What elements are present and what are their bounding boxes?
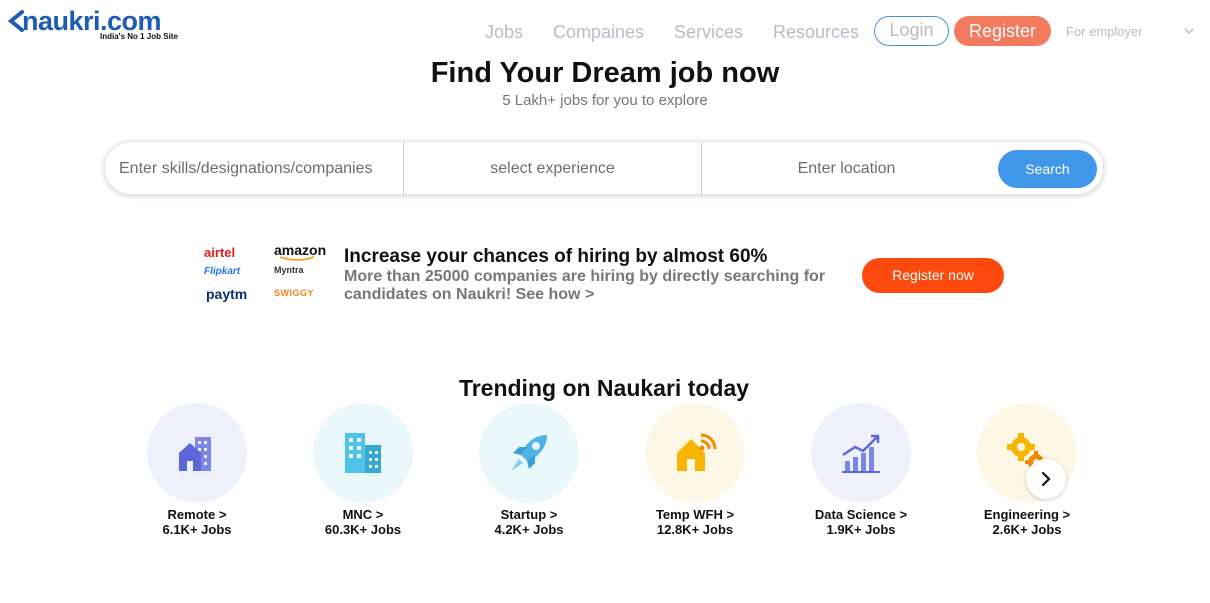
naukri-logo[interactable]: naukri.com India's No 1 Job Site (8, 6, 198, 46)
promo-description[interactable]: More than 25000 companies are hiring by … (344, 268, 844, 304)
trending-icon-circle (147, 403, 247, 503)
location-input[interactable]: Enter location (701, 142, 991, 196)
trending-icon-circle (811, 403, 911, 503)
nav-companies[interactable]: Compaines (553, 17, 644, 47)
trending-label: Engineering > (983, 507, 1071, 522)
rocket-icon (511, 435, 547, 471)
trending-label: Temp WFH > (655, 507, 735, 522)
job-search-bar: Enter skills/designations/companies sele… (104, 141, 1104, 196)
promo-title: Increase your chances of hiring by almos… (344, 246, 768, 267)
home-wifi-icon (677, 433, 717, 471)
chevron-right-icon (1041, 471, 1051, 487)
register-button[interactable]: Register (954, 16, 1051, 46)
brand-logos: airtel amazon Flipkart Myntra paytm SWIG… (200, 242, 335, 304)
nav-resources[interactable]: Resources (773, 17, 859, 47)
trending-label: Remote > (167, 507, 227, 522)
skills-input[interactable]: Enter skills/designations/companies (119, 142, 399, 196)
airtel-logo: airtel (204, 245, 236, 260)
trending-count: 2.6K+ Jobs (992, 522, 1062, 537)
register-now-button[interactable]: Register now (862, 258, 1004, 293)
login-button[interactable]: Login (874, 16, 949, 46)
trending-label: Data Science > (814, 507, 908, 522)
trending-count: 6.1K+ Jobs (162, 522, 232, 537)
nav-jobs[interactable]: Jobs (485, 17, 523, 47)
nav-services[interactable]: Services (674, 17, 743, 47)
paytm-logo: paytm (206, 286, 248, 302)
swiggy-logo: SWIGGY (274, 288, 315, 298)
trending-title: Trending on Naukari today (458, 375, 750, 401)
trending-icon-circle (645, 403, 745, 503)
trending-count: 60.3K+ Jobs (324, 522, 402, 537)
trending-label: Startup > (500, 507, 558, 522)
carousel-next-button[interactable] (1026, 459, 1066, 499)
trending-card-temp-wfh[interactable]: Temp WFH > 12.8K+ Jobs (615, 403, 775, 543)
flipkart-logo: Flipkart (204, 266, 241, 277)
myntra-logo: Myntra (274, 265, 304, 275)
amazon-smile-icon (279, 256, 315, 261)
home-building-icon (179, 437, 211, 471)
trending-icon-circle (313, 403, 413, 503)
trending-card-data-science[interactable]: Data Science > 1.9K+ Jobs (781, 403, 941, 543)
page-subtitle: 5 Lakh+ jobs for you to explore (502, 92, 708, 109)
trending-icon-circle (479, 403, 579, 503)
trending-card-startup[interactable]: Startup > 4.2K+ Jobs (449, 403, 609, 543)
search-button[interactable]: Search (998, 150, 1097, 188)
trending-card-remote[interactable]: Remote > 6.1K+ Jobs (117, 403, 277, 543)
logo-tagline: India's No 1 Job Site (100, 32, 178, 41)
chevron-down-icon[interactable] (1183, 25, 1195, 37)
for-employer-dropdown[interactable]: For employer (1066, 24, 1143, 39)
page-title: Find Your Dream job now (430, 57, 780, 89)
trending-card-mnc[interactable]: MNC > 60.3K+ Jobs (283, 403, 443, 543)
trending-count: 12.8K+ Jobs (656, 522, 734, 537)
trending-count: 1.9K+ Jobs (826, 522, 896, 537)
growth-chart-icon (842, 434, 880, 473)
experience-select[interactable]: select experience (403, 142, 701, 196)
office-buildings-icon (345, 433, 381, 473)
trending-count: 4.2K+ Jobs (494, 522, 564, 537)
trending-label: MNC > (342, 507, 384, 522)
